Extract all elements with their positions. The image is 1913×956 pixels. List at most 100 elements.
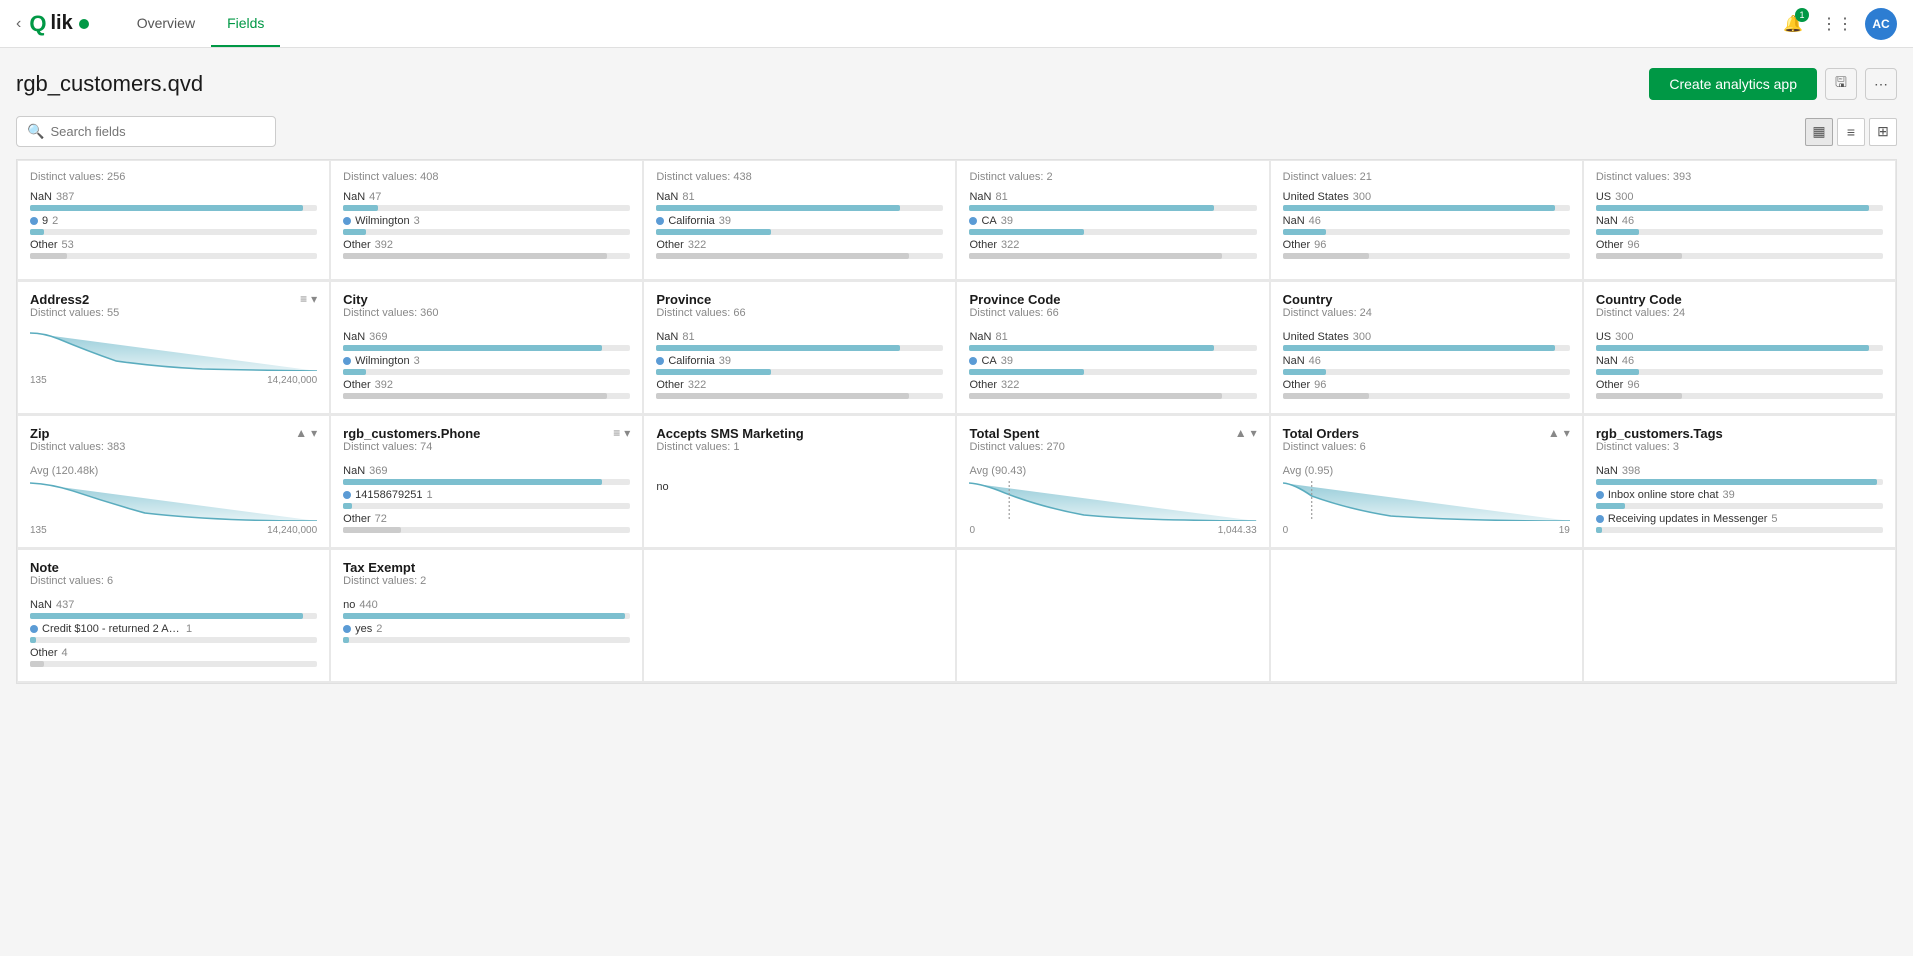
field-actions-phone: ≡ ▾: [613, 426, 630, 440]
cc-other-count: 96: [1627, 379, 1639, 391]
field-name-country-code: Country Code: [1596, 292, 1685, 307]
bar-label-us: United States: [1283, 191, 1349, 203]
qlik-text: lik: [50, 12, 72, 35]
apps-button[interactable]: ⋮⋮: [1821, 8, 1853, 40]
pc-ca-count: 39: [1001, 355, 1013, 367]
bar-label-other-0: Other: [30, 239, 58, 251]
search-icon: 🔍: [27, 123, 44, 140]
country-us-label: United States: [1283, 331, 1349, 343]
bar-count-other-0: 53: [62, 239, 74, 251]
grid-view-icon: ▦: [1812, 123, 1825, 140]
notifications-button[interactable]: 🔔 1: [1777, 8, 1809, 40]
chart-icon-zip[interactable]: ▲: [295, 426, 307, 440]
field-name-address2: Address2: [30, 292, 119, 307]
tags-inbox-count: 39: [1723, 489, 1735, 501]
note-credit-label: Credit $100 - returned 2 Atari 5200 orig…: [42, 623, 182, 635]
chevron-down-icon-address2[interactable]: ▾: [311, 292, 317, 306]
field-header-note: Note Distinct values: 6: [30, 560, 317, 595]
city-wilmington-label: Wilmington: [355, 355, 409, 367]
avatar[interactable]: AC: [1865, 8, 1897, 40]
dot-icon-2: [656, 217, 664, 225]
phone-num-label: 14158679251: [355, 489, 422, 501]
field-name-sms: Accepts SMS Marketing: [656, 426, 803, 441]
sort-icon-phone[interactable]: ≡: [613, 426, 620, 440]
field-distinct-address2: Distinct values: 55: [30, 307, 119, 319]
field-address2: Address2 Distinct values: 55 ≡ ▾: [17, 281, 330, 414]
dot-icon: [30, 217, 38, 225]
spent-dist-max: 1,044.33: [1218, 525, 1257, 536]
distinct-top-4: Distinct values: 21: [1283, 171, 1570, 183]
back-button[interactable]: ‹: [16, 15, 21, 33]
city-other-label: Other: [343, 379, 371, 391]
chevron-down-icon-spent[interactable]: ▾: [1251, 426, 1257, 440]
country-other-label: Other: [1283, 379, 1311, 391]
field-country-code: Country Code Distinct values: 24 US300 N…: [1583, 281, 1896, 414]
row-2: Zip Distinct values: 383 ▲ ▾ Avg (120.48…: [17, 415, 1896, 549]
sparkline-address2: [30, 331, 317, 371]
field-name-total-spent: Total Spent: [969, 426, 1064, 441]
page-title: rgb_customers.qvd: [16, 71, 203, 97]
row-1: Address2 Distinct values: 55 ≡ ▾: [17, 281, 1896, 415]
logo-area: ‹ Q lik: [16, 11, 89, 37]
zip-dist-max: 14,240,000: [267, 525, 317, 536]
country-nan-count: 46: [1309, 355, 1321, 367]
city-other-count: 392: [375, 379, 393, 391]
chart-icon-spent[interactable]: ▲: [1235, 426, 1247, 440]
field-name-province: Province: [656, 292, 745, 307]
field-distinct-province: Distinct values: 66: [656, 307, 745, 319]
field-name-city: City: [343, 292, 438, 307]
field-actions-total-orders: ▲ ▾: [1548, 426, 1570, 440]
create-analytics-btn[interactable]: Create analytics app: [1649, 68, 1817, 100]
field-header-country: Country Distinct values: 24: [1283, 292, 1570, 327]
field-distinct-province-code: Distinct values: 66: [969, 307, 1060, 319]
field-province: Province Distinct values: 66 NaN81 Calif…: [643, 281, 956, 414]
field-distinct-country: Distinct values: 24: [1283, 307, 1372, 319]
tags-messenger-label: Receiving updates in Messenger: [1608, 513, 1768, 525]
bar-label-nan-2: NaN: [656, 191, 678, 203]
field-distinct-total-spent: Distinct values: 270: [969, 441, 1064, 453]
view-controls: ▦ ≡ ⊞: [1805, 118, 1897, 146]
note-other-label: Other: [30, 647, 58, 659]
note-nan-label: NaN: [30, 599, 52, 611]
header-right: 🔔 1 ⋮⋮ AC: [1777, 8, 1897, 40]
chevron-down-icon-orders[interactable]: ▾: [1564, 426, 1570, 440]
orders-dist-min: 0: [1283, 525, 1289, 536]
field-actions-address2: ≡ ▾: [300, 292, 317, 306]
tab-overview[interactable]: Overview: [121, 0, 211, 47]
chevron-down-icon-phone[interactable]: ▾: [624, 426, 630, 440]
field-distinct-total-orders: Distinct values: 6: [1283, 441, 1366, 453]
save-icon: 🖫: [1835, 72, 1847, 96]
view-table-button[interactable]: ⊞: [1869, 118, 1897, 146]
sms-no-label: no: [656, 481, 668, 493]
bar-label-ca: CA: [981, 215, 996, 227]
phone-other-count: 72: [375, 513, 387, 525]
tags-messenger-count: 5: [1771, 513, 1777, 525]
save-button[interactable]: 🖫: [1825, 68, 1857, 100]
view-list-button[interactable]: ≡: [1837, 118, 1865, 146]
field-distinct-country-code: Distinct values: 24: [1596, 307, 1685, 319]
prov-ca-dot: [656, 357, 664, 365]
field-country: Country Distinct values: 24 United State…: [1270, 281, 1583, 414]
field-distinct-tax-exempt: Distinct values: 2: [343, 575, 426, 587]
tags-messenger-dot: [1596, 515, 1604, 523]
sort-icon-address2[interactable]: ≡: [300, 292, 307, 306]
distinct-top-2: Distinct values: 438: [656, 171, 943, 183]
orders-avg-label: Avg (0.95): [1283, 465, 1570, 477]
field-card-top-5: Distinct values: 393 US300 NaN46 Other96: [1583, 160, 1896, 280]
tab-fields[interactable]: Fields: [211, 0, 280, 47]
title-row: rgb_customers.qvd Create analytics app 🖫…: [16, 48, 1897, 116]
bar-count-other-1: 392: [375, 239, 393, 251]
chevron-down-icon-zip[interactable]: ▾: [311, 426, 317, 440]
chart-icon-orders[interactable]: ▲: [1548, 426, 1560, 440]
search-input[interactable]: [50, 124, 265, 139]
city-wilmington-count: 3: [414, 355, 420, 367]
field-distinct-city: Distinct values: 360: [343, 307, 438, 319]
dot-icon-3: [969, 217, 977, 225]
phone-num-dot: [343, 491, 351, 499]
field-city: City Distinct values: 360 NaN369 Wilming…: [330, 281, 643, 414]
cc-nan-label: NaN: [1596, 355, 1618, 367]
field-header-city: City Distinct values: 360: [343, 292, 630, 327]
more-button[interactable]: ⋯: [1865, 68, 1897, 100]
view-grid-button[interactable]: ▦: [1805, 118, 1833, 146]
city-nan-label: NaN: [343, 331, 365, 343]
